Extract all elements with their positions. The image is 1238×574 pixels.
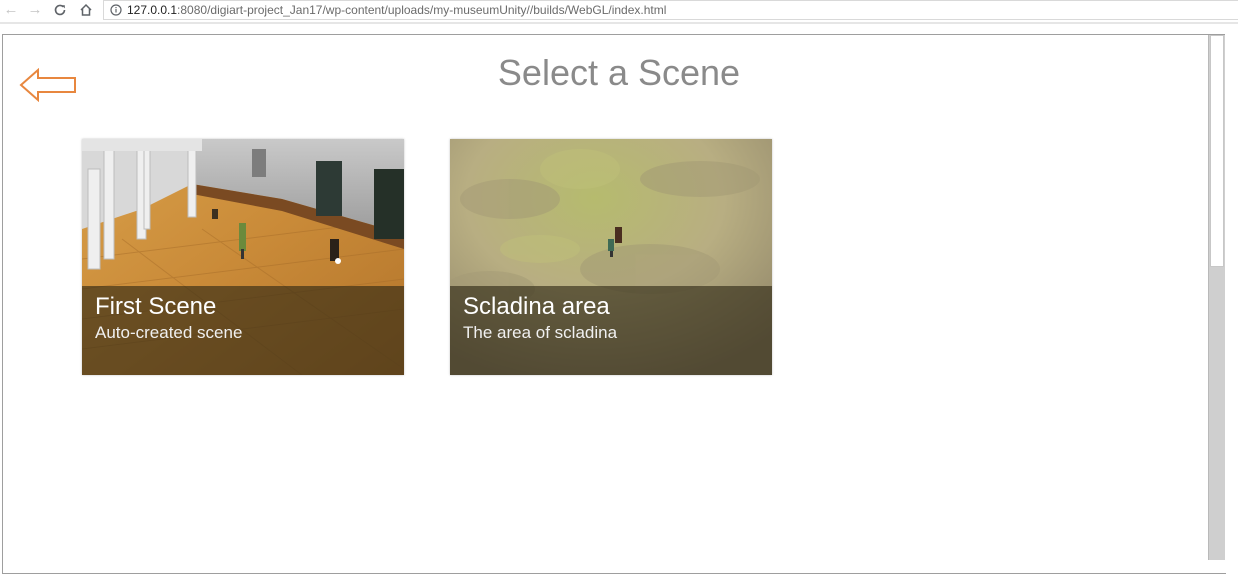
page-title: Select a Scene xyxy=(497,52,741,93)
vertical-scrollbar[interactable] xyxy=(1208,35,1225,560)
scene-card-first-scene[interactable]: First Scene Auto-created scene xyxy=(82,139,404,375)
toolbar-divider xyxy=(0,22,1238,24)
reload-icon xyxy=(54,4,66,16)
url-text[interactable]: 127.0.0.1:8080/digiart-project_Jan17/wp-… xyxy=(127,3,666,17)
browser-reload-button[interactable] xyxy=(51,1,69,19)
scene-name: First Scene xyxy=(95,293,217,320)
forward-arrow-icon: → xyxy=(27,1,43,18)
scene-description: Auto-created scene xyxy=(95,323,243,342)
scene-name: Scladina area xyxy=(463,293,610,320)
address-bar[interactable]: 127.0.0.1:8080/digiart-project_Jan17/wp-… xyxy=(103,0,1238,20)
scene-card-scladina-area[interactable]: Scladina area The area of scladina xyxy=(450,139,772,375)
url-host: 127.0.0.1 xyxy=(127,3,178,17)
url-path: :8080/digiart-project_Jan17/wp-content/u… xyxy=(177,3,667,17)
info-icon[interactable] xyxy=(110,4,122,16)
browser-back-button[interactable]: ← xyxy=(2,1,20,19)
home-icon xyxy=(80,3,92,16)
back-arrow-icon: ← xyxy=(3,1,19,18)
browser-home-button[interactable] xyxy=(77,1,95,19)
scrollbar-thumb[interactable] xyxy=(1210,35,1224,267)
browser-toolbar: ← → 127.0.0.1:8080/digiart-project_Jan17… xyxy=(0,0,1238,22)
browser-forward-button[interactable]: → xyxy=(26,1,44,19)
window-edge xyxy=(1225,24,1238,560)
scene-description: The area of scladina xyxy=(463,323,618,342)
